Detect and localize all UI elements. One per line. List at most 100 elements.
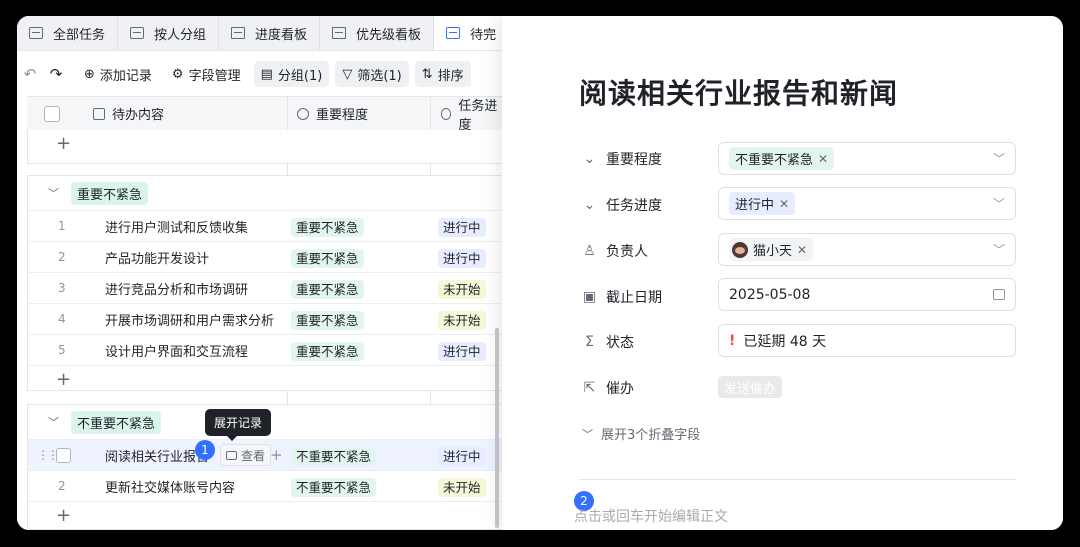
- label-text: 催办: [606, 381, 634, 397]
- close-icon[interactable]: ✕: [818, 152, 828, 166]
- chevron-down-icon: ﹀: [992, 243, 1005, 257]
- add-record-button[interactable]: ⊕ 添加记录: [77, 61, 159, 87]
- row-checkbox[interactable]: [56, 447, 71, 463]
- close-icon[interactable]: ✕: [797, 243, 807, 257]
- send-remind-button[interactable]: 发送催办: [718, 376, 783, 398]
- row-number: 2: [58, 479, 66, 493]
- owner-select[interactable]: 猫小天 ✕ ﹀: [718, 233, 1016, 266]
- app-window: 全部任务 按人分组 进度看板 优先级看板 待完 ↶ ↷ ⊕ 添加记录 ⚙ 字段管理 …: [17, 16, 1063, 530]
- add-row[interactable]: +: [28, 365, 502, 394]
- close-icon[interactable]: ✕: [779, 197, 789, 211]
- chevron-down-icon: ﹀: [582, 427, 593, 441]
- todo-text: 更新社交媒体账号内容: [105, 480, 236, 496]
- field-label-remind: ⇱ 催办: [582, 378, 634, 398]
- group-prev-tail: +: [27, 130, 502, 164]
- undo-icon[interactable]: ↶: [17, 65, 43, 83]
- select-field-icon: [297, 107, 309, 120]
- header-todo[interactable]: 待办内容: [93, 97, 164, 130]
- drag-handle-icon[interactable]: ⋮⋮: [37, 448, 59, 462]
- todo-text: 进行竞品分析和市场调研: [105, 282, 249, 298]
- progress-select[interactable]: 进行中 ✕ ﹀: [718, 187, 1016, 220]
- tab-priority-kanban[interactable]: 优先级看板: [320, 16, 435, 50]
- header-progress[interactable]: 任务进度: [441, 97, 502, 133]
- row-number: 4: [58, 312, 66, 326]
- label-text: 截止日期: [606, 290, 662, 306]
- field-manage-button[interactable]: ⚙ 字段管理: [165, 61, 248, 87]
- select-all-checkbox[interactable]: [44, 106, 60, 122]
- expand-record-tooltip: 展开记录: [205, 409, 272, 441]
- importance-select[interactable]: 不重要不紧急 ✕ ﹀: [718, 142, 1016, 175]
- redo-icon[interactable]: ↷: [43, 65, 69, 83]
- body-editor[interactable]: 点击或回车开始编辑正文: [574, 506, 728, 526]
- table-icon: [446, 27, 461, 39]
- filter-button[interactable]: ▽ 筛选(1): [335, 61, 409, 87]
- group-label: 分组(1): [277, 68, 323, 84]
- select-field-icon: ⌄: [583, 151, 596, 167]
- add-subrecord-icon[interactable]: +: [270, 446, 283, 464]
- table-row[interactable]: 5 设计用户界面和交互流程 重要不紧急 进行中: [28, 334, 502, 365]
- label-text: 状态: [606, 335, 634, 351]
- todo-text: 阅读相关行业报告: [105, 449, 210, 465]
- progress-tag: 进行中: [438, 217, 486, 237]
- tab-todo[interactable]: 待完: [434, 16, 502, 50]
- tab-progress-kanban[interactable]: 进度看板: [219, 16, 321, 50]
- tab-by-person[interactable]: 按人分组: [118, 16, 220, 50]
- table-row[interactable]: 1 进行用户测试和反馈收集 重要不紧急 进行中: [28, 210, 502, 241]
- todo-text: 进行用户测试和反馈收集: [105, 220, 249, 236]
- add-row[interactable]: +: [28, 501, 502, 530]
- field-label-owner: ♙ 负责人: [582, 241, 648, 261]
- chevron-down-icon[interactable]: ﹀: [48, 185, 59, 201]
- chip-label: 猫小天: [753, 244, 793, 259]
- tab-label: 全部任务: [53, 27, 106, 43]
- progress-tag: 未开始: [438, 310, 486, 330]
- group-button[interactable]: ▤ 分组(1): [253, 61, 330, 87]
- tab-all-tasks[interactable]: 全部任务: [17, 16, 119, 50]
- chevron-down-icon[interactable]: ﹀: [48, 414, 59, 430]
- calendar-icon: ▣: [582, 289, 597, 305]
- sort-button[interactable]: ⇅ 排序: [414, 61, 471, 87]
- importance-tag: 重要不紧急: [291, 310, 364, 330]
- date-value: 2025-05-08: [729, 286, 811, 303]
- table-row[interactable]: 2 更新社交媒体账号内容 不重要不紧急 未开始: [28, 470, 502, 501]
- avatar: [732, 241, 748, 258]
- calendar-icon[interactable]: [993, 289, 1005, 300]
- table-row[interactable]: 2 产品功能开发设计 重要不紧急 进行中: [28, 241, 502, 272]
- importance-tag: 重要不紧急: [291, 217, 364, 237]
- select-field-icon: [441, 107, 452, 120]
- tab-label: 按人分组: [154, 27, 207, 43]
- chip-label: 不重要不紧急: [735, 153, 814, 168]
- sort-label: 排序: [437, 68, 464, 84]
- group-icon: ▤: [260, 66, 273, 82]
- view-record-button[interactable]: 查看: [220, 444, 272, 466]
- kanban-icon: [231, 27, 246, 39]
- add-record-label: 添加记录: [99, 68, 152, 84]
- vertical-scrollbar[interactable]: [495, 328, 499, 528]
- header-label: 待办内容: [112, 108, 165, 123]
- todo-text: 开展市场调研和用户需求分析: [105, 313, 275, 329]
- due-date-input[interactable]: 2025-05-08: [718, 278, 1016, 311]
- header-importance[interactable]: 重要程度: [297, 97, 368, 130]
- status-value: 已延期 48 天: [743, 333, 827, 350]
- label-text: 负责人: [606, 244, 648, 260]
- field-label-status: Σ 状态: [582, 332, 634, 352]
- header-label: 重要程度: [316, 108, 369, 123]
- chevron-down-icon: ﹀: [992, 197, 1005, 211]
- table-icon: [130, 27, 145, 39]
- table-row-selected[interactable]: ⋮⋮ 阅读相关行业报告 查看 + 不重要不紧急 进行中: [28, 439, 502, 470]
- plus-icon: +: [56, 505, 72, 526]
- add-row[interactable]: +: [28, 130, 502, 158]
- table-row[interactable]: 4 开展市场调研和用户需求分析 重要不紧急 未开始: [28, 303, 502, 334]
- tab-label: 待完: [470, 27, 497, 43]
- group-header[interactable]: ﹀ 重要不紧急: [28, 176, 502, 210]
- row-number: 1: [58, 219, 66, 233]
- progress-chip: 进行中 ✕: [729, 192, 796, 215]
- view-tabs: 全部任务 按人分组 进度看板 优先级看板 待完: [17, 16, 502, 51]
- table-row[interactable]: 3 进行竞品分析和市场调研 重要不紧急 未开始: [28, 272, 502, 303]
- progress-tag: 未开始: [438, 477, 486, 497]
- record-title[interactable]: 阅读相关行业报告和新闻: [579, 72, 898, 112]
- text-field-icon: [93, 107, 105, 120]
- expand-folded-fields[interactable]: ﹀ 展开3个折叠字段: [582, 424, 700, 444]
- chip-label: 进行中: [735, 198, 775, 213]
- row-number: 5: [58, 343, 66, 357]
- importance-chip: 不重要不紧急 ✕: [729, 147, 835, 170]
